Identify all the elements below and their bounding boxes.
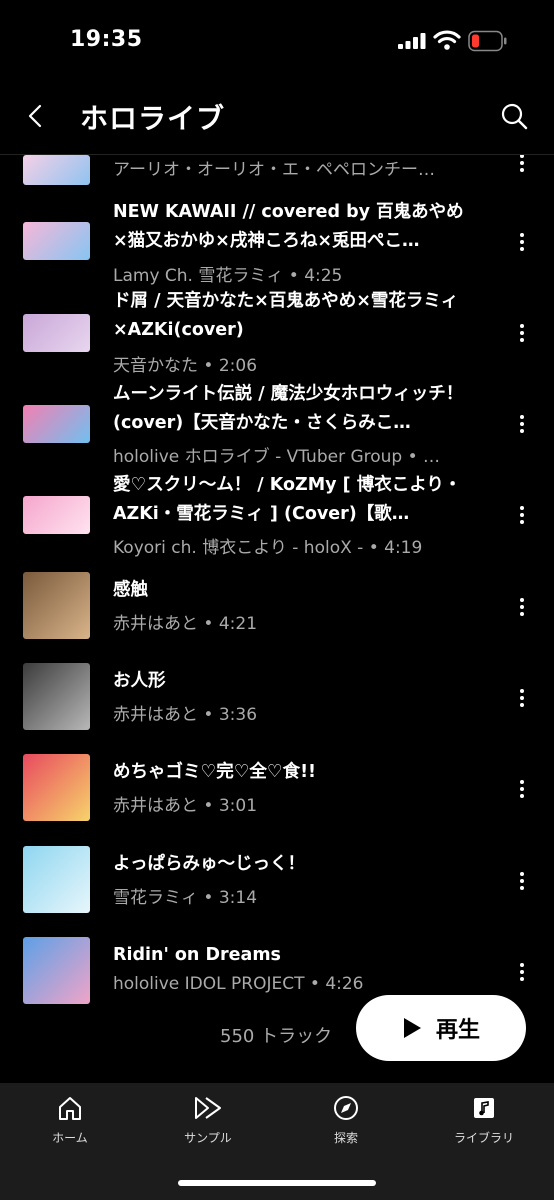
samples-icon <box>195 1097 221 1119</box>
home-indicator <box>178 1180 376 1186</box>
back-button[interactable] <box>20 98 50 134</box>
track-title: 感触 <box>113 580 148 600</box>
track-subtitle: hololive IDOL PROJECT • 4:26 <box>113 974 364 994</box>
header: ホロライブ <box>0 80 554 154</box>
nav-item-explore[interactable]: 探索 <box>296 1093 396 1146</box>
play-label: 再生 <box>435 1018 480 1043</box>
more-options-button[interactable] <box>512 866 532 896</box>
track-thumbnail <box>23 155 90 185</box>
track-thumbnail <box>23 405 90 443</box>
nav-label: ライブラリ <box>453 1131 514 1145</box>
play-button[interactable]: 再生 <box>356 995 526 1061</box>
track-title: ムーンライト伝説 / 魔法少女ホロウィッチ！(cover)【天音かなた・さくらみ… <box>113 384 464 433</box>
track-row[interactable]: お人形 赤井はあと • 3:36 <box>0 663 554 753</box>
nav-item-home[interactable]: ホーム <box>20 1093 120 1146</box>
nav-item-samples[interactable]: サンプル <box>158 1093 258 1146</box>
track-title: お人形 <box>113 671 166 691</box>
nav-label: 探索 <box>333 1131 358 1145</box>
wifi-icon <box>433 30 461 50</box>
search-icon <box>501 103 528 130</box>
track-thumbnail <box>23 572 90 639</box>
more-options-button[interactable] <box>512 318 532 348</box>
track-subtitle: 赤井はあと • 4:21 <box>113 614 258 634</box>
more-options-button[interactable] <box>512 957 532 987</box>
track-subtitle: hololive ホロライブ - VTuber Group • … <box>113 447 441 467</box>
track-title: めちゃゴミ♡完♡全♡食!! <box>113 762 317 782</box>
page-title: ホロライブ <box>80 102 226 135</box>
status-time: 19:35 <box>70 27 143 52</box>
track-title: Ridin' on Dreams <box>113 945 281 965</box>
more-options-button[interactable] <box>512 155 532 178</box>
track-title: 愛♡スクリ〜ム！ / KoZMy [ 博衣こより・AZKi・雪花ラミィ ] (C… <box>113 475 462 524</box>
chevron-left-icon <box>28 104 42 128</box>
track-row[interactable]: よっぱらみゅ〜じっく！ 雪花ラミィ • 3:14 <box>0 846 554 936</box>
cellular-signal-icon <box>398 33 426 49</box>
library-icon <box>474 1098 494 1118</box>
track-row[interactable]: NEW KAWAII // covered by 百鬼あやめ×猫又おかゆ×戌神こ… <box>0 200 554 290</box>
search-button[interactable] <box>496 98 532 134</box>
home-icon <box>59 1097 81 1120</box>
track-title: NEW KAWAII // covered by 百鬼あやめ×猫又おかゆ×戌神こ… <box>113 202 464 251</box>
nav-label: サンプル <box>184 1131 232 1145</box>
track-subtitle: 赤井はあと • 3:36 <box>113 705 258 725</box>
track-row[interactable]: ド屑 / 天音かなた×百鬼あやめ×雪花ラミィ×AZKi(cover) 天音かなた… <box>0 291 554 382</box>
track-row[interactable]: ムーンライト伝説 / 魔法少女ホロウィッチ！(cover)【天音かなた・さくらみ… <box>0 383 554 473</box>
track-subtitle: 天音かなた • 2:06 <box>113 356 258 376</box>
track-thumbnail <box>23 496 90 534</box>
more-options-button[interactable] <box>512 500 532 530</box>
track-thumbnail <box>23 314 90 352</box>
more-options-button[interactable] <box>512 774 532 804</box>
track-subtitle: Koyori ch. 博衣こより - holoX - • 4:19 <box>113 538 423 558</box>
track-thumbnail <box>23 663 90 730</box>
track-subtitle: 赤井はあと • 3:01 <box>113 796 258 816</box>
track-thumbnail <box>23 846 90 913</box>
track-title: ド屑 / 天音かなた×百鬼あやめ×雪花ラミィ×AZKi(cover) <box>113 291 459 340</box>
track-row[interactable]: 愛♡スクリ〜ム！ / KoZMy [ 博衣こより・AZKi・雪花ラミィ ] (C… <box>0 474 554 564</box>
nav-item-library[interactable]: ライブラリ <box>434 1093 534 1146</box>
play-icon <box>403 1018 421 1038</box>
track-subtitle: Lamy Ch. 雪花ラミィ • 4:25 <box>113 266 343 286</box>
nav-label: ホーム <box>52 1131 88 1145</box>
track-row[interactable]: 感触 赤井はあと • 4:21 <box>0 572 554 662</box>
track-row[interactable]: めちゃゴミ♡完♡全♡食!! 赤井はあと • 3:01 <box>0 754 554 844</box>
explore-icon <box>334 1096 358 1120</box>
track-title: よっぱらみゅ〜じっく！ <box>113 854 305 874</box>
track-thumbnail <box>23 937 90 1004</box>
track-list[interactable]: アーリオ・オーリオ・エ・ペペロンチー… NEW KAWAII // covere… <box>0 155 554 1005</box>
more-options-button[interactable] <box>512 683 532 713</box>
battery-icon <box>468 30 507 52</box>
more-options-button[interactable] <box>512 409 532 439</box>
track-subtitle: 雪花ラミィ • 3:14 <box>113 888 258 908</box>
track-thumbnail <box>23 754 90 821</box>
track-thumbnail <box>23 222 90 260</box>
track-count: 550 トラック <box>220 1026 333 1047</box>
track-subtitle: アーリオ・オーリオ・エ・ペペロンチー… <box>113 160 435 180</box>
status-bar: 19:35 <box>0 0 554 80</box>
more-options-button[interactable] <box>512 592 532 622</box>
more-options-button[interactable] <box>512 227 532 257</box>
